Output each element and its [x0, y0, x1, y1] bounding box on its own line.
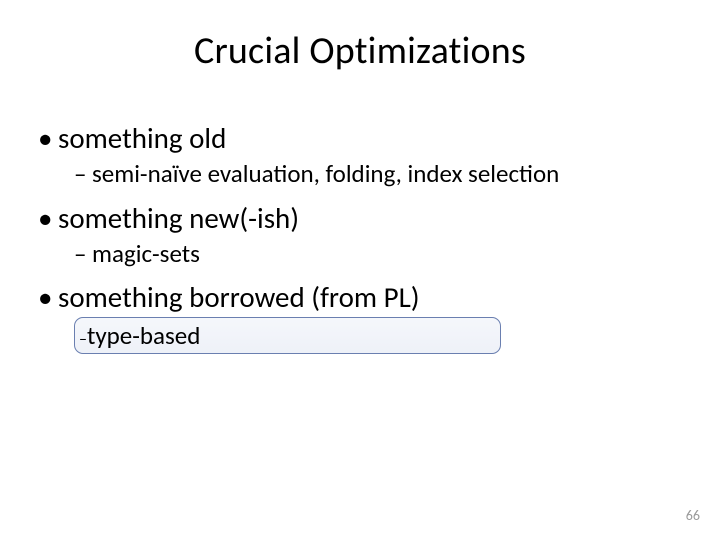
sub-bullet-text: magic-sets — [92, 238, 200, 269]
highlight-box: –type-based — [74, 317, 501, 354]
bullet-dot-icon: • — [38, 120, 58, 156]
highlight-container: –type-based — [74, 317, 690, 354]
bullet-text: something new(-ish) — [58, 200, 299, 236]
bullet-level1: •something new(-ish) — [38, 200, 690, 236]
bullet-level1: •something old — [38, 120, 690, 156]
dash-icon: – — [74, 238, 92, 269]
bullet-level2: –semi-naïve evaluation, folding, index s… — [74, 158, 690, 189]
bullet-level2: –magic-sets — [74, 238, 690, 269]
bullet-level1: •something borrowed (from PL) — [38, 279, 690, 315]
page-number: 66 — [686, 507, 700, 524]
slide-content: •something old –semi-naïve evaluation, f… — [0, 120, 720, 354]
dash-icon: – — [74, 158, 92, 189]
sub-bullet-text: type-based — [87, 320, 200, 351]
slide: Crucial Optimizations •something old –se… — [0, 0, 720, 540]
bullet-dot-icon: • — [38, 279, 58, 315]
bullet-dot-icon: • — [38, 200, 58, 236]
sub-bullet-text: semi-naïve evaluation, folding, index se… — [92, 158, 559, 189]
bullet-text: something borrowed (from PL) — [58, 279, 420, 315]
bullet-text: something old — [58, 120, 226, 156]
dash-icon: – — [79, 330, 87, 349]
slide-title: Crucial Optimizations — [0, 28, 720, 74]
